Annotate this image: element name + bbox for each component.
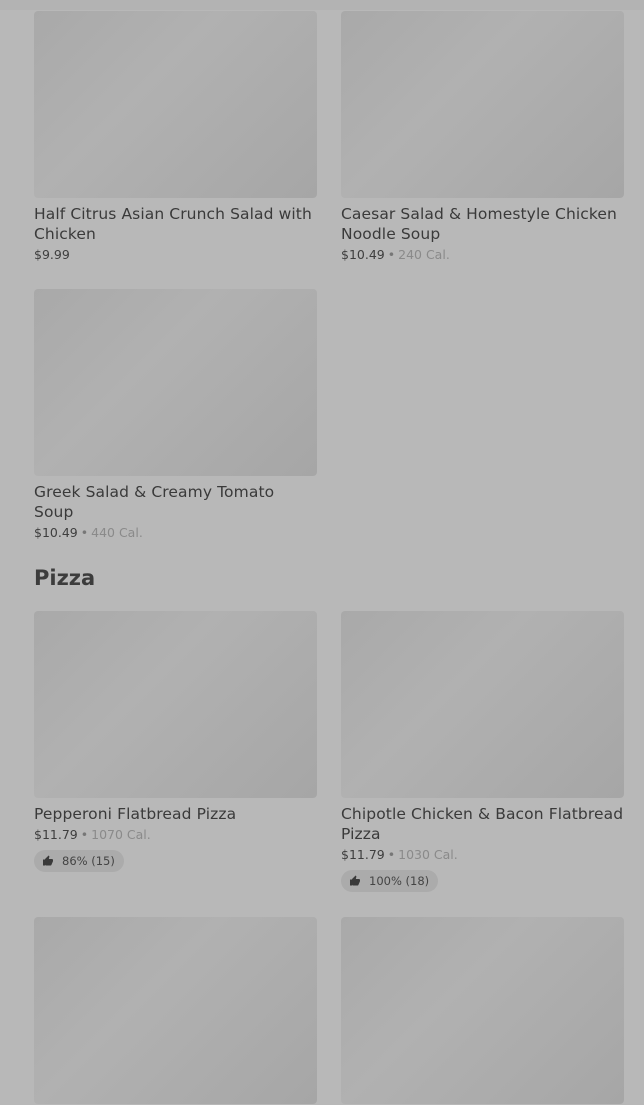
item-image[interactable]	[34, 917, 317, 1104]
item-name: Chipotle Chicken & Bacon Flatbread Pizza	[341, 805, 624, 843]
rating-text: 100% (18)	[369, 874, 430, 888]
item-image[interactable]	[341, 611, 624, 798]
top-strip	[0, 0, 644, 10]
item-calories: 1030 Cal.	[398, 847, 458, 862]
item-price: $10.49	[341, 247, 385, 262]
item-image[interactable]	[34, 289, 317, 476]
menu-item-card[interactable]: Greek Salad & Creamy Tomato Soup $10.49 •…	[34, 289, 317, 541]
item-meta: $10.49 • 440 Cal.	[34, 525, 317, 541]
item-name: Greek Salad & Creamy Tomato Soup	[34, 483, 275, 521]
section-title-pizza: Pizza	[34, 566, 96, 590]
meta-separator: •	[387, 247, 396, 262]
item-price: $10.49	[34, 525, 78, 540]
meta-separator: •	[80, 525, 89, 540]
item-calories: 440 Cal.	[91, 525, 143, 540]
rating-text: 86% (15)	[62, 854, 115, 868]
menu-item-card[interactable]	[34, 917, 317, 1104]
menu-item-card[interactable]: Chipotle Chicken & Bacon Flatbread Pizza…	[341, 611, 624, 892]
meta-separator: •	[80, 827, 89, 842]
item-image[interactable]	[341, 11, 624, 198]
menu-item-card[interactable]: Half Citrus Asian Crunch Salad with Chic…	[34, 11, 317, 263]
meta-separator: •	[387, 847, 396, 862]
item-meta: $11.79 • 1070 Cal.	[34, 827, 317, 843]
item-image[interactable]	[34, 611, 317, 798]
menu-item-card[interactable]	[341, 917, 624, 1104]
item-meta: $11.79 • 1030 Cal.	[341, 847, 624, 863]
item-image[interactable]	[34, 11, 317, 198]
rating-badge: 100% (18)	[341, 870, 439, 892]
thumbs-up-icon	[350, 875, 360, 886]
rating-badge: 86% (15)	[34, 850, 124, 872]
menu-item-card[interactable]: Pepperoni Flatbread Pizza $11.79 • 1070 Ca…	[34, 611, 317, 872]
thumbs-up-icon	[43, 855, 53, 866]
item-meta: $10.49 • 240 Cal.	[341, 247, 624, 263]
item-calories: 1070 Cal.	[91, 827, 151, 842]
item-price: $11.79	[34, 827, 78, 842]
item-name: Caesar Salad & Homestyle Chicken Noodle …	[341, 205, 617, 243]
menu-item-card[interactable]: Caesar Salad & Homestyle Chicken Noodle …	[341, 11, 624, 263]
item-price: $9.99	[34, 247, 70, 262]
item-image[interactable]	[341, 917, 624, 1104]
item-name: Pepperoni Flatbread Pizza	[34, 805, 237, 823]
item-price: $11.79	[341, 847, 385, 862]
item-name: Half Citrus Asian Crunch Salad with Chic…	[34, 205, 312, 243]
item-meta: $9.99	[34, 247, 317, 263]
item-calories: 240 Cal.	[398, 247, 450, 262]
